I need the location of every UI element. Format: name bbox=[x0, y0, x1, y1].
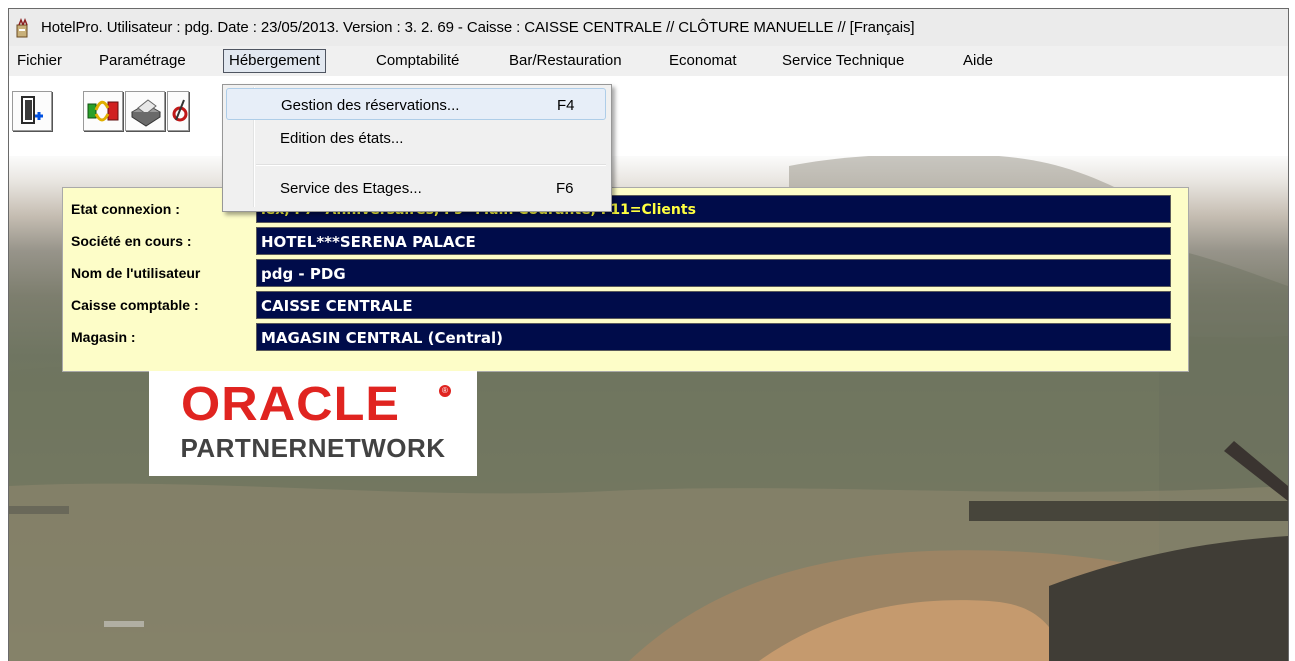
menu-item-label: Edition des états... bbox=[280, 130, 404, 147]
exit-button[interactable] bbox=[12, 91, 52, 131]
app-icon bbox=[16, 18, 28, 38]
menu-item-edition-etats[interactable]: Edition des états... bbox=[226, 122, 606, 154]
menu-item-gestion-reservations[interactable]: Gestion des réservations... F4 bbox=[226, 88, 606, 120]
magasin-value: MAGASIN CENTRAL (Central) bbox=[256, 323, 1171, 351]
menu-item-service-etages[interactable]: Service des Etages... F6 bbox=[226, 172, 606, 204]
utilisateur-value: pdg - PDG bbox=[256, 259, 1171, 287]
printer-icon bbox=[131, 99, 161, 127]
transfer-icon bbox=[87, 100, 119, 122]
menu-comptabilite[interactable]: Comptabilité bbox=[371, 49, 464, 73]
tool-button[interactable] bbox=[167, 91, 189, 131]
magasin-label: Magasin : bbox=[71, 329, 136, 345]
toolbar bbox=[9, 76, 1288, 156]
societe-label: Société en cours : bbox=[71, 233, 192, 249]
hebergement-dropdown-menu: Gestion des réservations... F4 Edition d… bbox=[222, 84, 612, 212]
menu-service-technique[interactable]: Service Technique bbox=[777, 49, 909, 73]
menu-item-shortcut: F6 bbox=[556, 180, 574, 197]
exit-door-icon bbox=[21, 96, 43, 124]
menu-aide[interactable]: Aide bbox=[958, 49, 998, 73]
menu-economat[interactable]: Economat bbox=[664, 49, 742, 73]
oracle-partner-logo: ORACLE ® PARTNERNETWORK bbox=[149, 371, 477, 476]
menu-item-label: Service des Etages... bbox=[280, 180, 422, 197]
menu-item-shortcut: F4 bbox=[557, 97, 575, 114]
menu-bar: Fichier Paramétrage Hébergement Comptabi… bbox=[9, 46, 1288, 76]
etat-connexion-label: Etat connexion : bbox=[71, 201, 180, 217]
print-button[interactable] bbox=[125, 91, 165, 131]
caisse-value: CAISSE CENTRALE bbox=[256, 291, 1171, 319]
title-bar: HotelPro. Utilisateur : pdg. Date : 23/0… bbox=[9, 9, 1288, 47]
menu-bar-restauration[interactable]: Bar/Restauration bbox=[504, 49, 627, 73]
caisse-label: Caisse comptable : bbox=[71, 297, 199, 313]
oracle-wordmark: ORACLE bbox=[181, 378, 401, 431]
application-window: HotelPro. Utilisateur : pdg. Date : 23/0… bbox=[8, 8, 1289, 661]
menu-separator bbox=[256, 164, 606, 166]
tool-icon bbox=[172, 99, 188, 122]
menu-fichier[interactable]: Fichier bbox=[12, 49, 67, 73]
menu-parametrage[interactable]: Paramétrage bbox=[94, 49, 191, 73]
menu-item-label: Gestion des réservations... bbox=[281, 97, 460, 114]
connection-info-panel: Etat connexion : lex, F7=Anniversaires, … bbox=[62, 187, 1189, 372]
societe-value: HOTEL***SERENA PALACE bbox=[256, 227, 1171, 255]
transfer-button[interactable] bbox=[83, 91, 123, 131]
utilisateur-label: Nom de l'utilisateur bbox=[71, 265, 201, 281]
menu-hebergement[interactable]: Hébergement bbox=[223, 49, 326, 73]
partnernetwork-text: PARTNERNETWORK bbox=[180, 433, 446, 463]
window-title: HotelPro. Utilisateur : pdg. Date : 23/0… bbox=[41, 19, 915, 36]
registered-mark: ® bbox=[439, 385, 451, 397]
